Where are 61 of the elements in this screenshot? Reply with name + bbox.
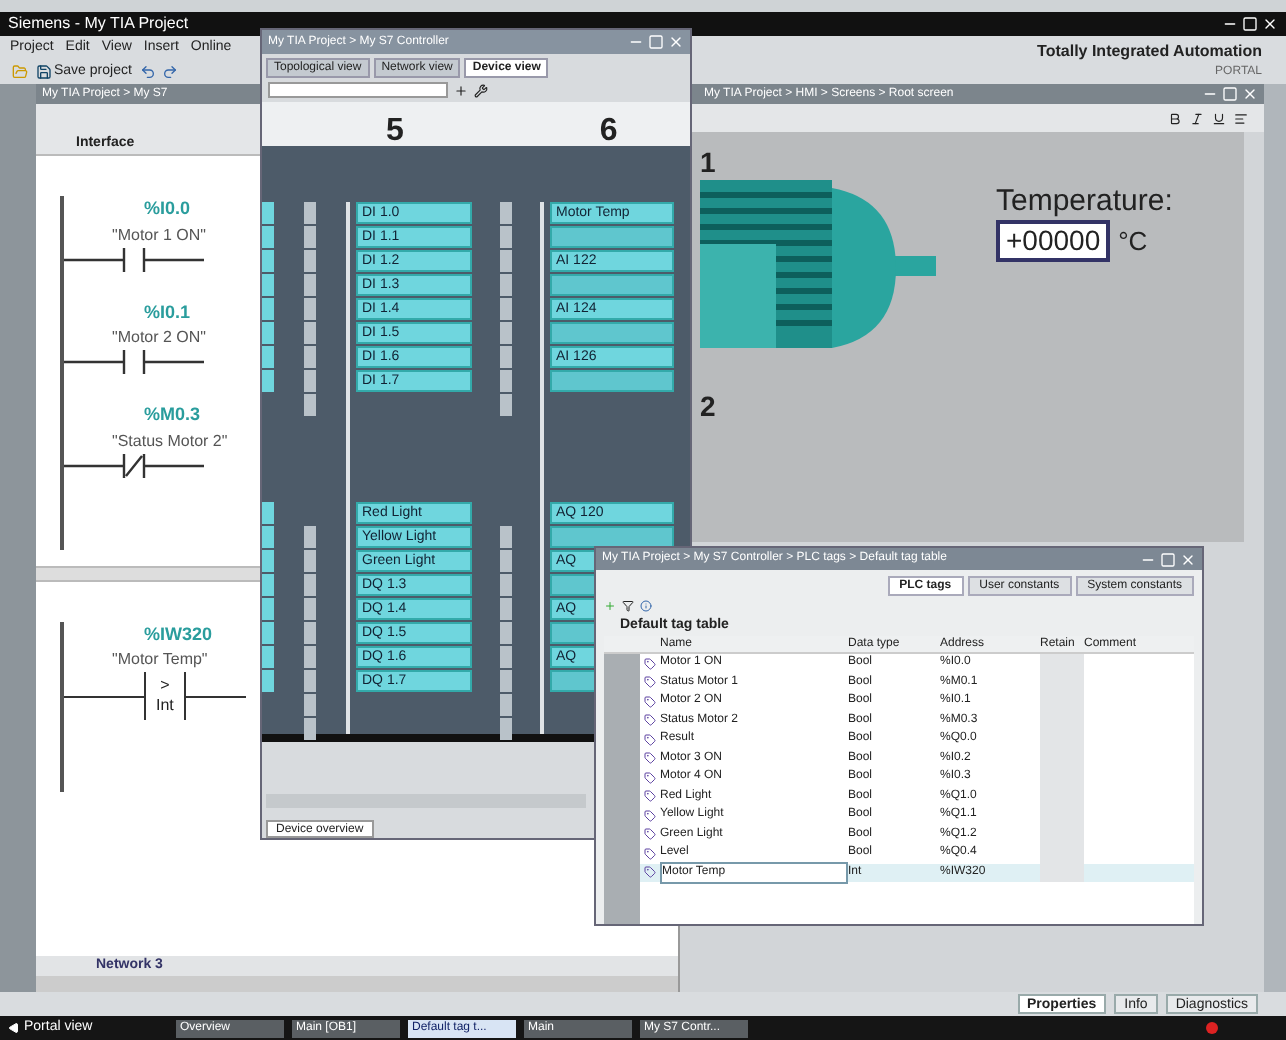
contact-symbol: [64, 247, 204, 271]
tag-icon: [644, 828, 656, 841]
contact-symbol: [64, 350, 204, 374]
compare-operator: >: [160, 676, 170, 696]
temperature-unit: °C: [1118, 223, 1148, 260]
channel-slot[interactable]: [550, 526, 674, 548]
tag-name: "Motor 2 ON": [112, 326, 207, 350]
tag-icon: [644, 714, 656, 727]
tag-icon: [644, 657, 656, 670]
tool-icon[interactable]: [474, 83, 488, 97]
channel-slot[interactable]: [550, 322, 674, 344]
compare-type: Int: [156, 696, 174, 716]
tag-icon: [644, 771, 656, 784]
close-icon[interactable]: [1262, 16, 1278, 32]
tag-address: %M0.3: [144, 402, 201, 428]
zoom-in-icon[interactable]: [454, 83, 468, 97]
screen-marker: 2: [700, 392, 718, 420]
slot-number: 5: [386, 118, 404, 146]
device-selector-field[interactable]: [268, 82, 448, 98]
maximize-icon[interactable]: [1242, 16, 1258, 32]
italic-icon[interactable]: [1190, 111, 1204, 125]
add-tag-icon[interactable]: [604, 600, 616, 612]
align-icon[interactable]: [1234, 111, 1248, 125]
redo-icon[interactable]: [161, 64, 178, 80]
horizontal-scrollbar[interactable]: [36, 976, 678, 992]
bold-icon[interactable]: [1168, 111, 1182, 125]
contact-symbol: [64, 453, 204, 477]
filter-icon[interactable]: [622, 600, 634, 612]
tag-icon: [644, 866, 656, 879]
save-icon: [36, 64, 52, 80]
window-title: Siemens - My TIA Project: [8, 12, 189, 36]
info-icon[interactable]: [640, 600, 652, 612]
tag-icon: [644, 752, 656, 765]
brand-title: Totally Integrated Automation: [1037, 40, 1262, 64]
tag-icon: [644, 847, 656, 860]
undo-icon[interactable]: [139, 64, 156, 80]
channel-slot[interactable]: [550, 370, 674, 392]
temperature-field[interactable]: +00000: [996, 220, 1111, 262]
temperature-label: Temperature:: [996, 184, 1173, 220]
channel-slot[interactable]: [550, 226, 674, 248]
open-icon[interactable]: [12, 64, 28, 80]
tag-address: %IW320: [144, 621, 213, 647]
underline-icon[interactable]: [1212, 111, 1226, 125]
tag-icon: [644, 676, 656, 689]
tag-icon: [644, 695, 656, 708]
screen-marker: 1: [700, 148, 718, 176]
tag-name: "Motor Temp": [112, 648, 208, 672]
project-tree-strip[interactable]: [0, 84, 36, 992]
tag-icon: [644, 809, 656, 822]
tag-name: "Motor 1 ON": [112, 223, 207, 247]
slot-number: 6: [599, 118, 618, 146]
error-status-icon[interactable]: [1206, 1022, 1218, 1034]
tag-icon: [644, 790, 656, 803]
tag-icon: [644, 733, 656, 746]
back-arrow-icon: [8, 1022, 20, 1034]
row-header[interactable]: [604, 654, 640, 673]
row-header[interactable]: [604, 882, 640, 924]
tag-name: "Status Motor 2": [112, 429, 228, 453]
tag-address: %I0.1: [144, 299, 191, 325]
tag-address: %I0.0: [144, 196, 191, 222]
channel-slot[interactable]: [550, 274, 674, 296]
